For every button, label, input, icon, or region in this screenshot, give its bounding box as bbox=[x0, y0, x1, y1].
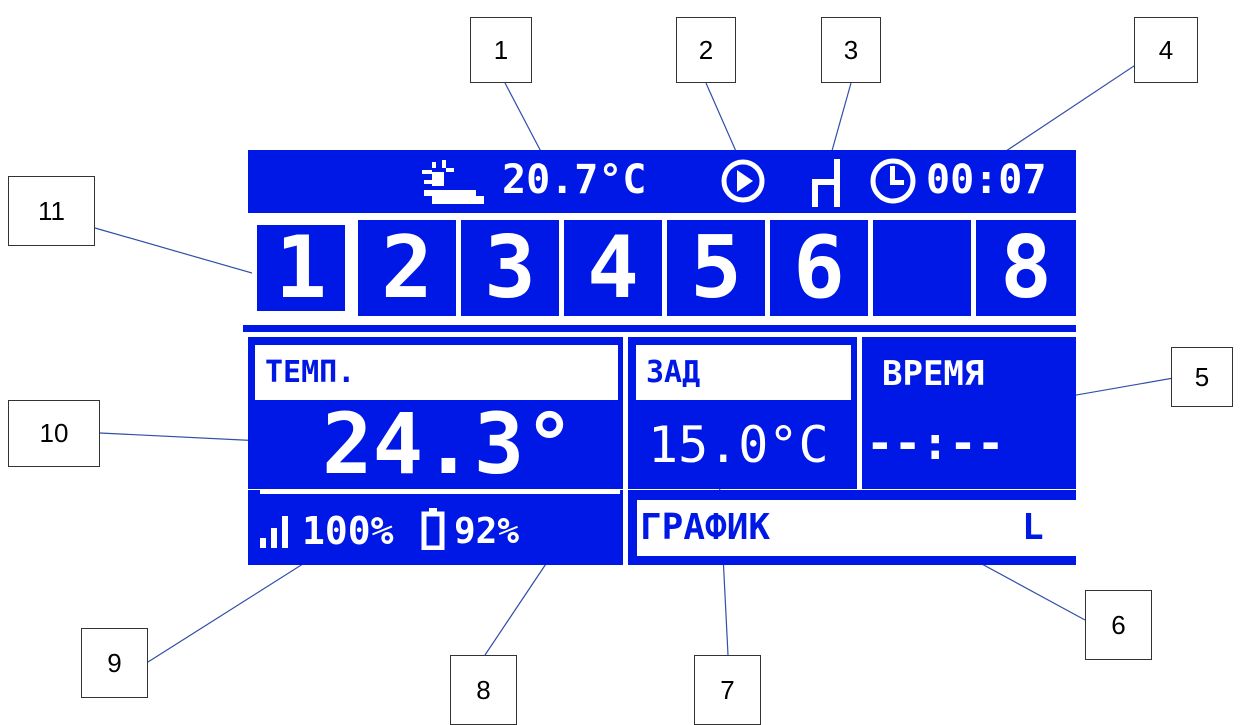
callout-9: 9 bbox=[81, 628, 148, 698]
zone-2-button[interactable]: 2 bbox=[358, 220, 456, 316]
callout-3: 3 bbox=[821, 17, 881, 83]
schedule-label: ГРАФИК bbox=[640, 507, 771, 548]
status-divider bbox=[260, 490, 620, 494]
callout-8: 8 bbox=[450, 655, 517, 725]
callout-2: 2 bbox=[676, 17, 736, 83]
time-label: ВРЕМЯ bbox=[882, 354, 985, 394]
clock-icon bbox=[870, 158, 916, 204]
battery-icon bbox=[421, 508, 445, 550]
zone-6-button[interactable]: 6 bbox=[770, 220, 868, 316]
current-temperature: 24.3° bbox=[322, 395, 575, 493]
chair-icon bbox=[812, 159, 840, 207]
callout-7: 7 bbox=[694, 655, 761, 725]
leader-line-4 bbox=[984, 51, 1156, 166]
zone-3-button[interactable]: 3 bbox=[461, 220, 559, 316]
schedule-code: L bbox=[1022, 507, 1044, 548]
zone-5-button[interactable]: 5 bbox=[667, 220, 765, 316]
setpoint-label: ЗАД bbox=[636, 345, 851, 400]
zone-4-button[interactable]: 4 bbox=[564, 220, 662, 316]
leader-line-9 bbox=[147, 549, 326, 663]
signal-bars-icon bbox=[260, 516, 288, 548]
clock-time: 00:07 bbox=[926, 157, 1047, 203]
callout-6: 6 bbox=[1085, 590, 1152, 660]
signal-strength: 100% bbox=[302, 509, 394, 553]
lcd-divider bbox=[243, 325, 1076, 332]
setpoint-temperature[interactable]: 15.0°C bbox=[648, 420, 829, 470]
battery-level: 92% bbox=[454, 511, 520, 552]
callout-1: 1 bbox=[470, 17, 532, 83]
mode-play-icon bbox=[721, 159, 765, 203]
zone-7-button[interactable] bbox=[873, 220, 971, 316]
time-value: --:-- bbox=[866, 416, 1005, 470]
callout-11: 11 bbox=[8, 176, 95, 246]
weather-sun-cloud-icon bbox=[422, 160, 484, 204]
zone-1-button[interactable]: 1 bbox=[252, 220, 350, 316]
callout-10: 10 bbox=[8, 400, 100, 467]
zone-8-button[interactable]: 8 bbox=[976, 220, 1076, 316]
outdoor-temperature: 20.7°C bbox=[502, 157, 647, 203]
temperature-label: ТЕМП. bbox=[255, 345, 618, 400]
callout-4: 4 bbox=[1134, 17, 1198, 83]
callout-5: 5 bbox=[1171, 347, 1233, 407]
